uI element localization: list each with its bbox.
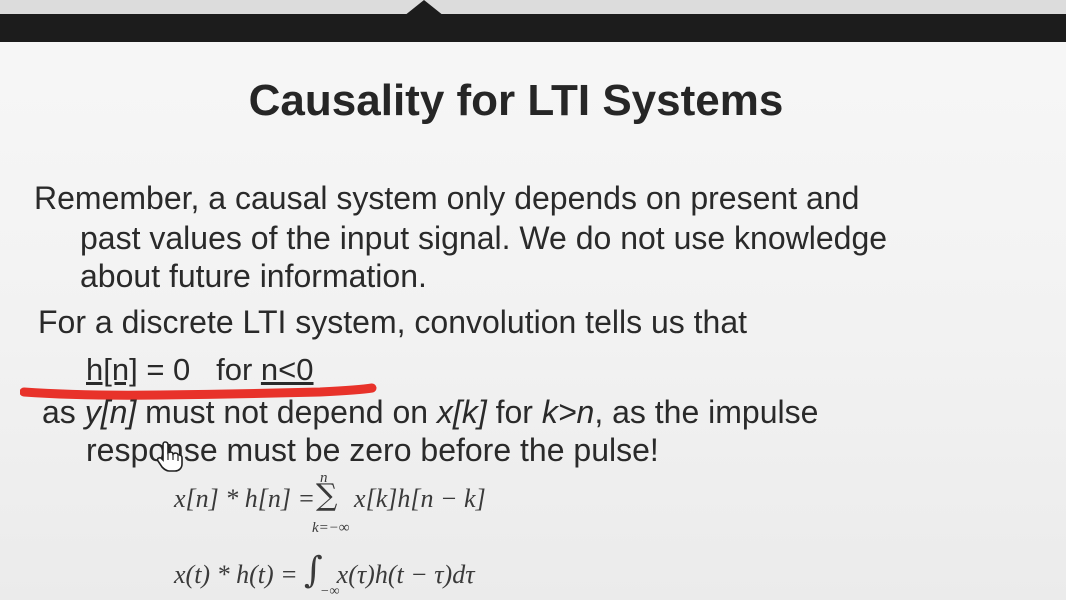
p3-y: y[n] (84, 394, 137, 430)
p3-kn: k>n (541, 394, 595, 430)
top-bezel-notch (404, 0, 444, 16)
p3-end: , as the impulse (594, 394, 819, 430)
sum-lower-limit: k=−∞ (312, 520, 350, 536)
p3-mid2: for (486, 394, 542, 430)
paragraph-1-line-1: Remember, a causal system only depends o… (34, 180, 860, 216)
paragraph-2: For a discrete LTI system, convolution t… (38, 304, 748, 340)
slide-title: Causality for LTI Systems (248, 76, 784, 125)
p3-mid1: must not depend on (136, 394, 437, 430)
integral-lower-limit: −∞ (320, 584, 340, 599)
top-bezel-bar (0, 14, 1066, 42)
paragraph-1-line-3: about future information. (80, 258, 427, 294)
slide-photo: Causality for LTI Systems Remember, a ca… (0, 0, 1066, 600)
screen-top-edge (0, 0, 1066, 14)
discrete-convolution-formula: x[n] * h[n] = x[k]h[n − k] (174, 484, 486, 513)
paragraph-1-line-2: past values of the input signal. We do n… (80, 220, 888, 256)
paragraph-3-line-1: as y[n] must not depend on x[k] for k>n,… (42, 394, 818, 431)
p3-as: as (42, 394, 85, 430)
hand-pointer-icon (156, 441, 183, 472)
p3-xk: x[k] (436, 394, 487, 430)
